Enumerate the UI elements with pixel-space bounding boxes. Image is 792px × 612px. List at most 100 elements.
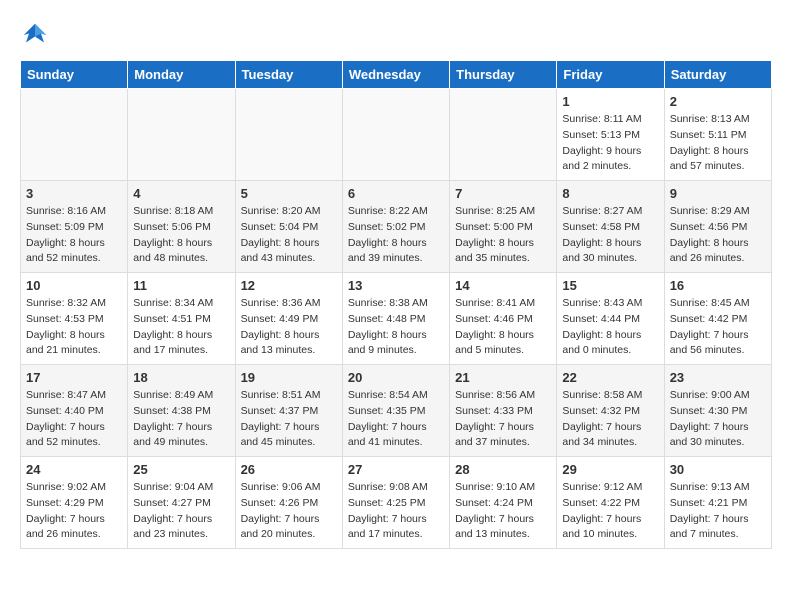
day-number: 15 <box>562 278 658 293</box>
page-header <box>20 20 772 50</box>
day-number: 12 <box>241 278 337 293</box>
day-info: Sunrise: 8:47 AM Sunset: 4:40 PM Dayligh… <box>26 388 122 451</box>
day-info: Sunrise: 8:25 AM Sunset: 5:00 PM Dayligh… <box>455 204 551 267</box>
day-info: Sunrise: 8:34 AM Sunset: 4:51 PM Dayligh… <box>133 296 229 359</box>
day-info: Sunrise: 8:58 AM Sunset: 4:32 PM Dayligh… <box>562 388 658 451</box>
day-number: 1 <box>562 94 658 109</box>
day-number: 17 <box>26 370 122 385</box>
calendar-week-row: 17 Sunrise: 8:47 AM Sunset: 4:40 PM Dayli… <box>21 365 772 457</box>
weekday-header: Thursday <box>450 61 557 89</box>
weekday-header: Friday <box>557 61 664 89</box>
calendar-week-row: 24 Sunrise: 9:02 AM Sunset: 4:29 PM Dayli… <box>21 457 772 549</box>
weekday-header: Sunday <box>21 61 128 89</box>
day-info: Sunrise: 8:51 AM Sunset: 4:37 PM Dayligh… <box>241 388 337 451</box>
calendar-day-cell <box>21 89 128 181</box>
calendar-day-cell: 30Sunrise: 9:13 AM Sunset: 4:21 PM Dayli… <box>664 457 771 549</box>
day-info: Sunrise: 8:38 AM Sunset: 4:48 PM Dayligh… <box>348 296 444 359</box>
calendar-day-cell: 23 Sunrise: 9:00 AM Sunset: 4:30 PM Dayli… <box>664 365 771 457</box>
weekday-header: Wednesday <box>342 61 449 89</box>
calendar-day-cell: 18 Sunrise: 8:49 AM Sunset: 4:38 PM Dayli… <box>128 365 235 457</box>
day-info: Sunrise: 8:11 AM Sunset: 5:13 PM Dayligh… <box>562 112 658 175</box>
day-info: Sunrise: 8:54 AM Sunset: 4:35 PM Dayligh… <box>348 388 444 451</box>
day-info: Sunrise: 8:27 AM Sunset: 4:58 PM Dayligh… <box>562 204 658 267</box>
calendar-day-cell: 8 Sunrise: 8:27 AM Sunset: 4:58 PM Daylig… <box>557 181 664 273</box>
day-info: Sunrise: 9:04 AM Sunset: 4:27 PM Dayligh… <box>133 480 229 543</box>
day-info: Sunrise: 8:13 AM Sunset: 5:11 PM Dayligh… <box>670 112 766 175</box>
calendar-day-cell: 5 Sunrise: 8:20 AM Sunset: 5:04 PM Daylig… <box>235 181 342 273</box>
calendar-day-cell: 6 Sunrise: 8:22 AM Sunset: 5:02 PM Daylig… <box>342 181 449 273</box>
calendar-day-cell <box>342 89 449 181</box>
day-number: 28 <box>455 462 551 477</box>
calendar-day-cell: 1 Sunrise: 8:11 AM Sunset: 5:13 PM Daylig… <box>557 89 664 181</box>
day-number: 22 <box>562 370 658 385</box>
calendar-table: SundayMondayTuesdayWednesdayThursdayFrid… <box>20 60 772 549</box>
calendar-day-cell: 21Sunrise: 8:56 AM Sunset: 4:33 PM Dayli… <box>450 365 557 457</box>
day-number: 21 <box>455 370 551 385</box>
day-info: Sunrise: 8:18 AM Sunset: 5:06 PM Dayligh… <box>133 204 229 267</box>
day-info: Sunrise: 9:06 AM Sunset: 4:26 PM Dayligh… <box>241 480 337 543</box>
calendar-day-cell: 16 Sunrise: 8:45 AM Sunset: 4:42 PM Dayli… <box>664 273 771 365</box>
calendar-header-row: SundayMondayTuesdayWednesdayThursdayFrid… <box>21 61 772 89</box>
day-info: Sunrise: 9:00 AM Sunset: 4:30 PM Dayligh… <box>670 388 766 451</box>
day-number: 7 <box>455 186 551 201</box>
weekday-header: Saturday <box>664 61 771 89</box>
day-number: 20 <box>348 370 444 385</box>
calendar-day-cell: 12 Sunrise: 8:36 AM Sunset: 4:49 PM Dayli… <box>235 273 342 365</box>
day-number: 27 <box>348 462 444 477</box>
day-info: Sunrise: 9:10 AM Sunset: 4:24 PM Dayligh… <box>455 480 551 543</box>
day-number: 9 <box>670 186 766 201</box>
day-info: Sunrise: 9:12 AM Sunset: 4:22 PM Dayligh… <box>562 480 658 543</box>
day-number: 29 <box>562 462 658 477</box>
day-number: 6 <box>348 186 444 201</box>
weekday-header: Tuesday <box>235 61 342 89</box>
day-number: 25 <box>133 462 229 477</box>
day-number: 16 <box>670 278 766 293</box>
calendar-day-cell: 25 Sunrise: 9:04 AM Sunset: 4:27 PM Dayli… <box>128 457 235 549</box>
day-number: 23 <box>670 370 766 385</box>
day-number: 8 <box>562 186 658 201</box>
day-info: Sunrise: 9:02 AM Sunset: 4:29 PM Dayligh… <box>26 480 122 543</box>
day-info: Sunrise: 8:45 AM Sunset: 4:42 PM Dayligh… <box>670 296 766 359</box>
day-number: 2 <box>670 94 766 109</box>
calendar-day-cell: 11 Sunrise: 8:34 AM Sunset: 4:51 PM Dayli… <box>128 273 235 365</box>
day-info: Sunrise: 8:41 AM Sunset: 4:46 PM Dayligh… <box>455 296 551 359</box>
day-number: 13 <box>348 278 444 293</box>
calendar-day-cell: 27Sunrise: 9:08 AM Sunset: 4:25 PM Dayli… <box>342 457 449 549</box>
calendar-day-cell <box>450 89 557 181</box>
day-number: 24 <box>26 462 122 477</box>
calendar-day-cell <box>128 89 235 181</box>
calendar-week-row: 3Sunrise: 8:16 AM Sunset: 5:09 PM Daylig… <box>21 181 772 273</box>
day-number: 5 <box>241 186 337 201</box>
day-number: 3 <box>26 186 122 201</box>
calendar-day-cell: 29 Sunrise: 9:12 AM Sunset: 4:22 PM Dayli… <box>557 457 664 549</box>
calendar-day-cell: 3Sunrise: 8:16 AM Sunset: 5:09 PM Daylig… <box>21 181 128 273</box>
calendar-day-cell <box>235 89 342 181</box>
calendar-week-row: 1 Sunrise: 8:11 AM Sunset: 5:13 PM Daylig… <box>21 89 772 181</box>
calendar-day-cell: 24 Sunrise: 9:02 AM Sunset: 4:29 PM Dayli… <box>21 457 128 549</box>
calendar-day-cell: 10 Sunrise: 8:32 AM Sunset: 4:53 PM Dayli… <box>21 273 128 365</box>
day-number: 19 <box>241 370 337 385</box>
day-info: Sunrise: 8:43 AM Sunset: 4:44 PM Dayligh… <box>562 296 658 359</box>
day-number: 10 <box>26 278 122 293</box>
weekday-header: Monday <box>128 61 235 89</box>
day-info: Sunrise: 8:20 AM Sunset: 5:04 PM Dayligh… <box>241 204 337 267</box>
calendar-day-cell: 13 Sunrise: 8:38 AM Sunset: 4:48 PM Dayli… <box>342 273 449 365</box>
day-info: Sunrise: 9:13 AM Sunset: 4:21 PM Dayligh… <box>670 480 766 543</box>
calendar-week-row: 10 Sunrise: 8:32 AM Sunset: 4:53 PM Dayli… <box>21 273 772 365</box>
calendar-day-cell: 7 Sunrise: 8:25 AM Sunset: 5:00 PM Daylig… <box>450 181 557 273</box>
day-info: Sunrise: 8:32 AM Sunset: 4:53 PM Dayligh… <box>26 296 122 359</box>
day-number: 14 <box>455 278 551 293</box>
day-number: 26 <box>241 462 337 477</box>
calendar-day-cell: 15 Sunrise: 8:43 AM Sunset: 4:44 PM Dayli… <box>557 273 664 365</box>
day-info: Sunrise: 8:36 AM Sunset: 4:49 PM Dayligh… <box>241 296 337 359</box>
day-number: 18 <box>133 370 229 385</box>
calendar-day-cell: 4Sunrise: 8:18 AM Sunset: 5:06 PM Daylig… <box>128 181 235 273</box>
day-info: Sunrise: 8:22 AM Sunset: 5:02 PM Dayligh… <box>348 204 444 267</box>
day-number: 11 <box>133 278 229 293</box>
calendar-day-cell: 28 Sunrise: 9:10 AM Sunset: 4:24 PM Dayli… <box>450 457 557 549</box>
day-info: Sunrise: 8:49 AM Sunset: 4:38 PM Dayligh… <box>133 388 229 451</box>
calendar-day-cell: 17 Sunrise: 8:47 AM Sunset: 4:40 PM Dayli… <box>21 365 128 457</box>
calendar-day-cell: 26 Sunrise: 9:06 AM Sunset: 4:26 PM Dayli… <box>235 457 342 549</box>
logo <box>20 20 54 50</box>
calendar-day-cell: 22 Sunrise: 8:58 AM Sunset: 4:32 PM Dayli… <box>557 365 664 457</box>
